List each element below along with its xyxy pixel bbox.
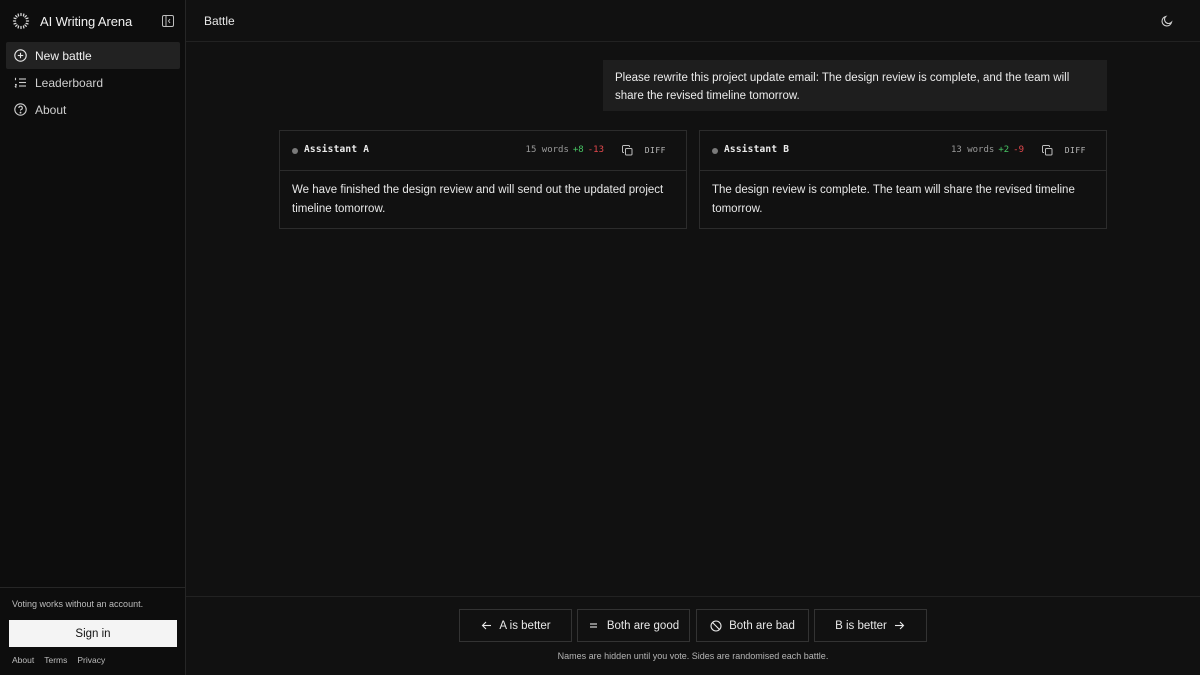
moon-icon[interactable] <box>1160 14 1174 28</box>
top-bar: Battle <box>186 0 1200 42</box>
ban-icon <box>710 619 722 632</box>
vote-label: Both are good <box>606 619 680 632</box>
vote-label: A is better <box>499 619 551 632</box>
vote-both-bad-button[interactable]: Both are bad <box>696 609 809 642</box>
app-title: AI Writing Arena <box>40 13 133 29</box>
response-header: Assistant B 13 words +2 -9 DIFF <box>700 131 1106 171</box>
response-card-a: Assistant A 15 words +8 -13 DIFF We have… <box>279 130 687 229</box>
copy-icon[interactable] <box>1041 144 1053 156</box>
help-circle-icon <box>13 103 27 117</box>
vote-bar: A is better Both are good Both are bad B… <box>186 596 1200 675</box>
sign-in-button[interactable]: Sign in <box>9 620 177 647</box>
word-stats: 15 words +8 -13 <box>526 145 604 155</box>
response-card-b: Assistant B 13 words +2 -9 DIFF The desi… <box>699 130 1107 229</box>
word-count: 15 words <box>525 145 569 155</box>
assistant-name: Assistant B <box>724 144 790 155</box>
sidebar-item-new-battle[interactable]: New battle <box>6 42 180 69</box>
sparkle-ring-icon <box>12 12 30 30</box>
sidebar-item-label: About <box>35 102 67 117</box>
copy-icon[interactable] <box>621 144 633 156</box>
words-removed: -13 <box>587 145 604 155</box>
footer-link-terms[interactable]: Terms <box>44 655 67 665</box>
equals-icon <box>588 620 600 632</box>
sidebar-item-label: Leaderboard <box>35 75 104 90</box>
vote-b-better-button[interactable]: B is better <box>814 609 927 642</box>
word-count: 13 words <box>950 145 995 155</box>
arrow-right-icon <box>894 620 906 632</box>
vote-both-good-button[interactable]: Both are good <box>577 609 690 642</box>
assistant-name: Assistant A <box>304 144 370 155</box>
vote-label: Both are bad <box>729 619 795 632</box>
status-dot <box>292 148 298 154</box>
vote-hint: Names are hidden until you vote. Sides a… <box>557 651 829 661</box>
footer-link-about[interactable]: About <box>12 655 34 665</box>
sidebar-item-leaderboard[interactable]: Leaderboard <box>6 69 180 96</box>
vote-label: B is better <box>835 619 887 632</box>
voting-note: Voting works without an account. <box>12 599 144 609</box>
word-stats: 13 words +2 -9 <box>951 145 1024 155</box>
brand: AI Writing Arena <box>12 10 176 32</box>
sidebar-item-about[interactable]: About <box>6 96 180 123</box>
response-text: We have finished the design review and w… <box>292 184 664 215</box>
vote-a-better-button[interactable]: A is better <box>459 609 572 642</box>
words-added: +2 <box>998 145 1010 155</box>
response-header: Assistant A 15 words +8 -13 DIFF <box>280 131 686 171</box>
user-prompt: Please rewrite this project update email… <box>603 60 1107 111</box>
footer-link-privacy[interactable]: Privacy <box>77 655 105 665</box>
diff-toggle[interactable]: DIFF <box>645 146 666 155</box>
words-added: +8 <box>572 145 584 155</box>
sidebar-nav: New battle Leaderboard About <box>6 42 180 123</box>
sidebar-footer: Voting works without an account. Sign in… <box>0 587 186 675</box>
diff-toggle[interactable]: DIFF <box>1065 146 1086 155</box>
arrow-left-icon <box>480 620 492 632</box>
sidebar-item-label: New battle <box>35 48 92 63</box>
list-ordered-icon <box>13 76 27 90</box>
breadcrumb: Battle <box>204 14 235 28</box>
response-text: The design review is complete. The team … <box>712 184 1075 215</box>
words-removed: -9 <box>1013 145 1024 155</box>
plus-circle-icon <box>13 49 27 63</box>
status-dot <box>712 148 718 154</box>
sidebar: AI Writing Arena New battle Leaderboard … <box>0 0 186 675</box>
sidebar-collapse-icon[interactable] <box>160 13 176 29</box>
footer-links: About Terms Privacy <box>12 655 105 665</box>
